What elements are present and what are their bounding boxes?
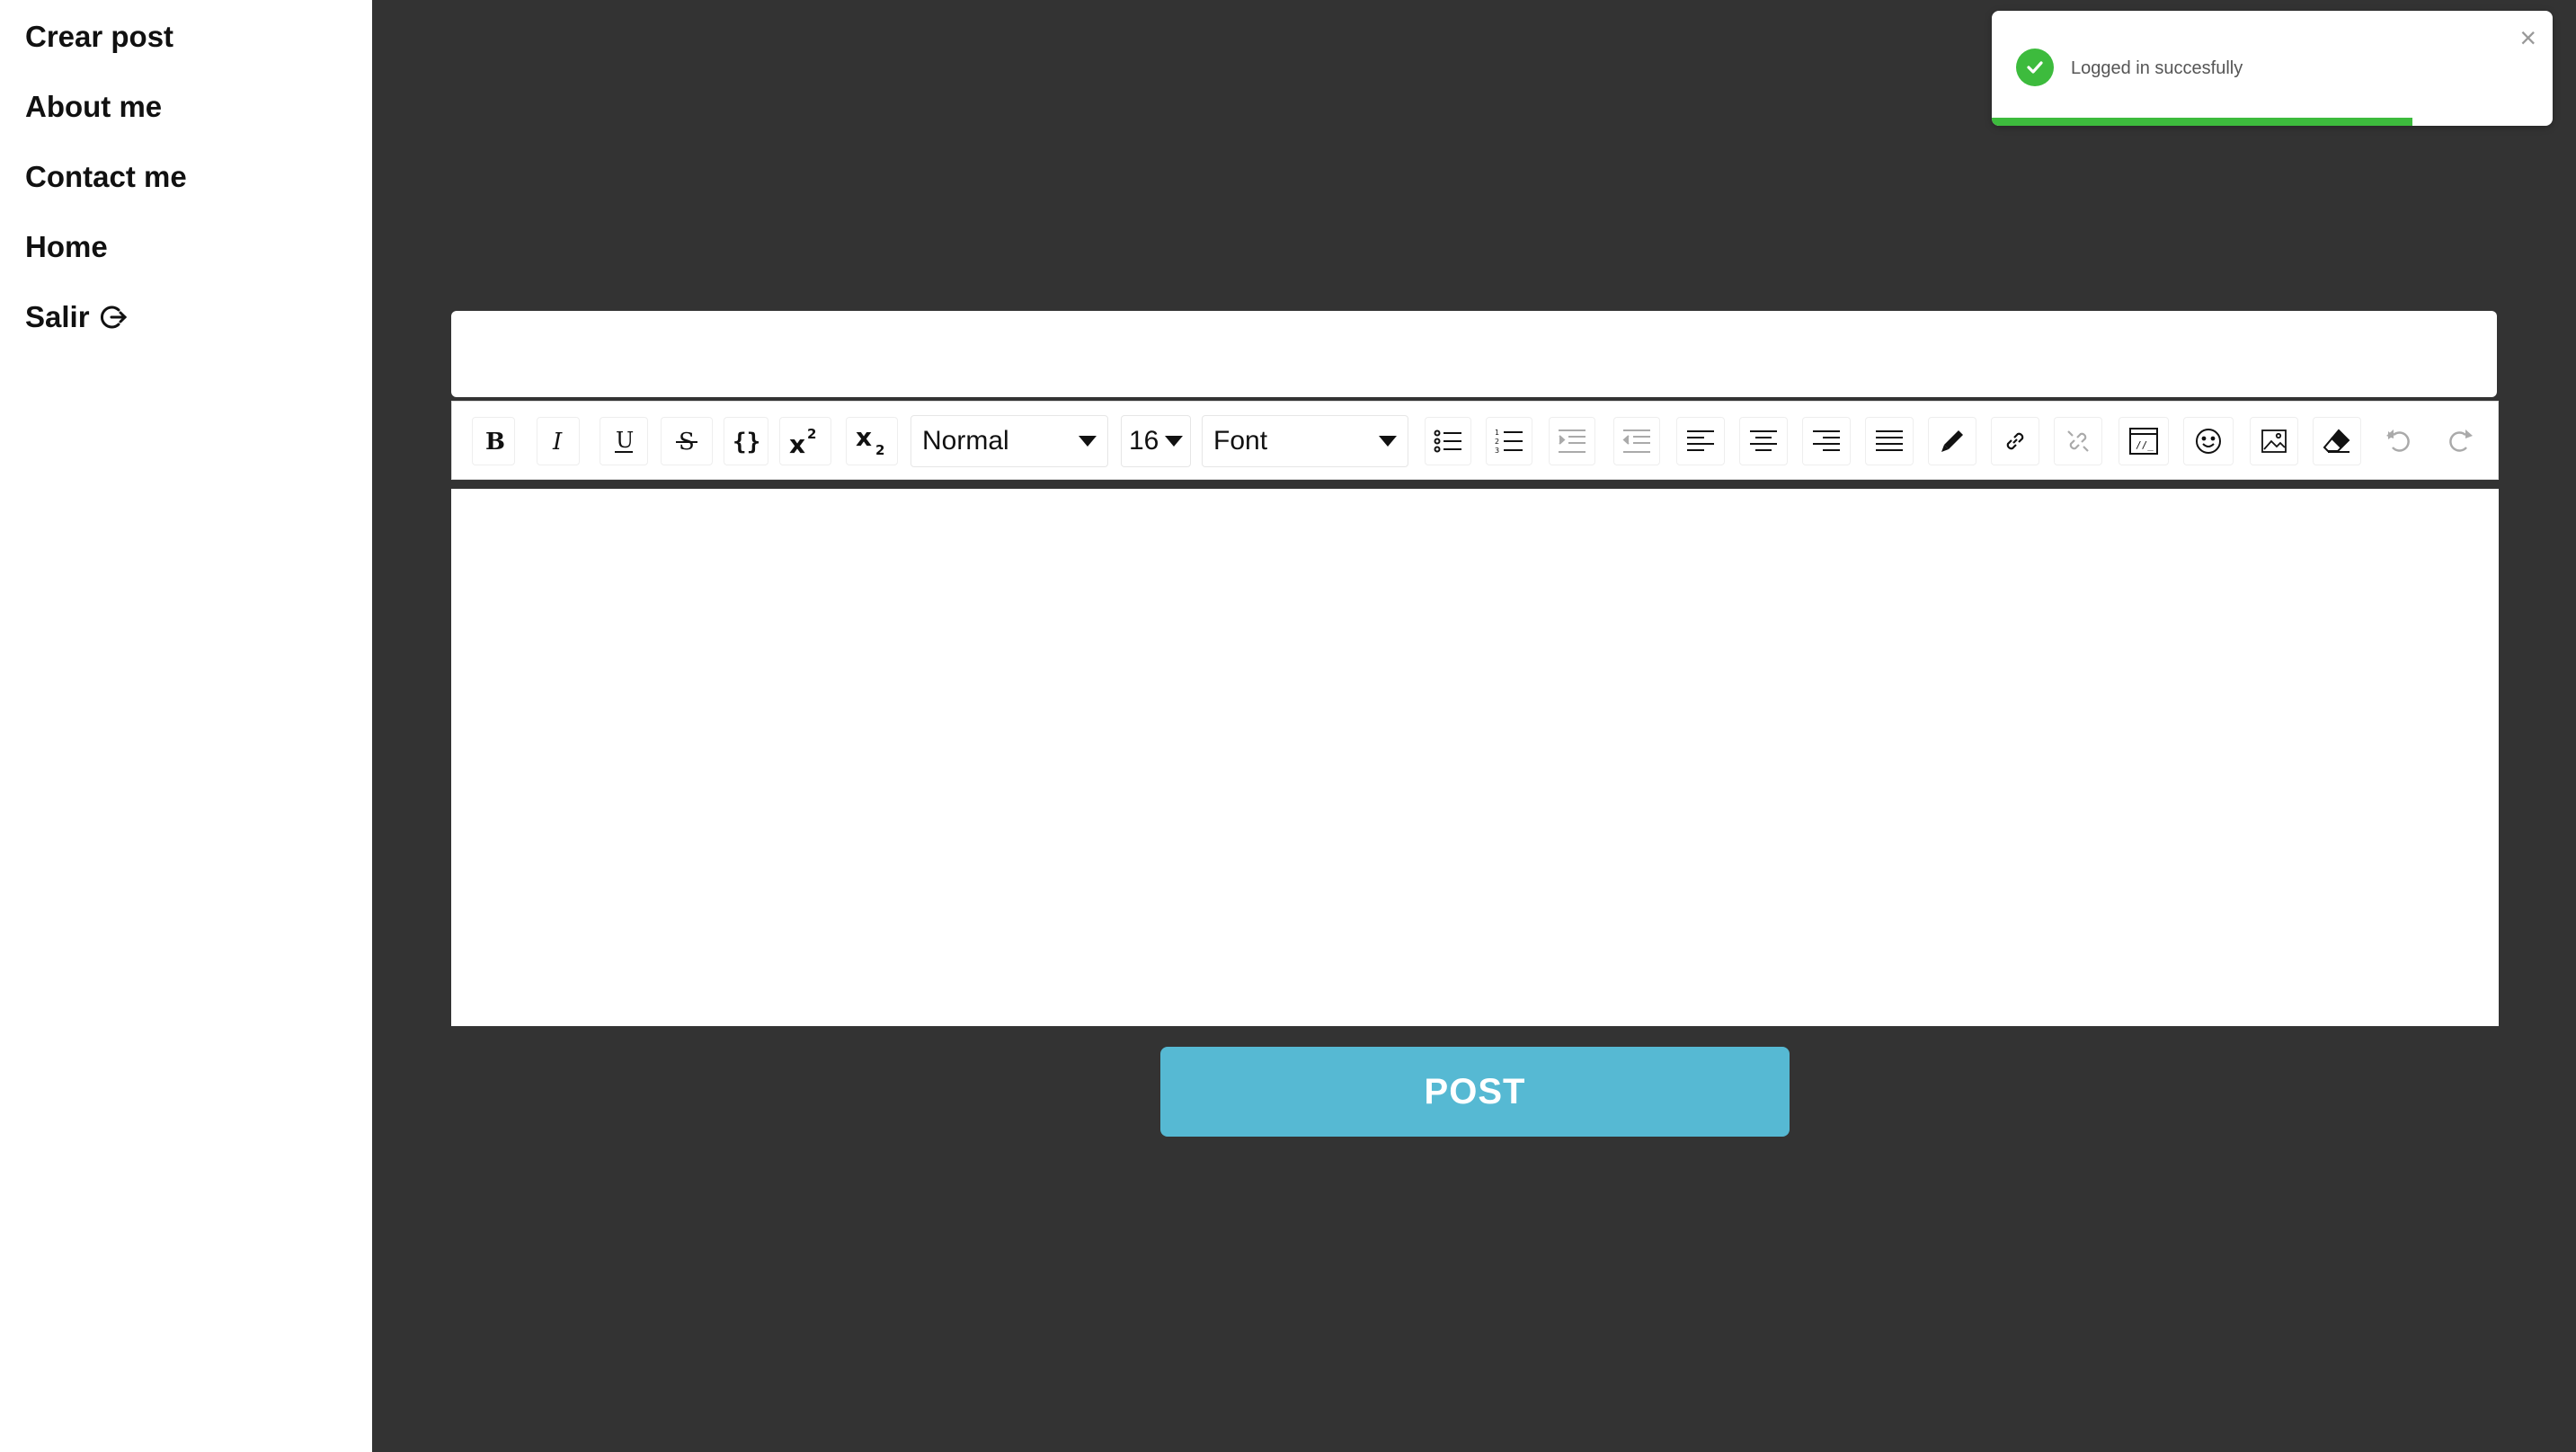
font-size-dropdown-value: 16 bbox=[1129, 426, 1159, 456]
svg-text:x: x bbox=[856, 426, 872, 452]
login-success-toast: Logged in succesfully × bbox=[1992, 11, 2553, 126]
svg-text:{}: {} bbox=[733, 429, 760, 455]
indent-icon bbox=[1559, 429, 1586, 453]
superscript-button[interactable]: x2 bbox=[779, 417, 831, 465]
svg-text:B: B bbox=[485, 429, 505, 453]
post-button[interactable]: POST bbox=[1160, 1047, 1790, 1137]
unlink-icon bbox=[2067, 430, 2089, 452]
unlink-button[interactable] bbox=[2054, 417, 2102, 465]
align-center-icon bbox=[1750, 430, 1777, 451]
align-right-button[interactable] bbox=[1802, 417, 1851, 465]
sidebar: Crear post About me Contact me Home Sali… bbox=[0, 0, 372, 1452]
svg-text:U: U bbox=[616, 428, 634, 453]
font-family-dropdown-value: Font bbox=[1213, 426, 1268, 456]
nav-salir-label: Salir bbox=[25, 300, 90, 333]
eraser-icon bbox=[2323, 429, 2350, 453]
italic-button[interactable]: I bbox=[537, 417, 580, 465]
svg-text:3: 3 bbox=[1495, 447, 1499, 455]
remove-format-button[interactable] bbox=[2313, 417, 2361, 465]
nav-crear-post[interactable]: Crear post bbox=[25, 20, 173, 54]
superscript-icon: x2 bbox=[789, 426, 816, 456]
link-icon bbox=[2006, 432, 2024, 450]
font-family-dropdown[interactable]: Font bbox=[1202, 415, 1408, 467]
underline-button[interactable]: U bbox=[600, 417, 648, 465]
strikethrough-icon: S bbox=[676, 429, 697, 455]
align-center-button[interactable] bbox=[1739, 417, 1788, 465]
ordered-list-button[interactable]: 123 bbox=[1486, 417, 1532, 465]
ordered-list-icon: 123 bbox=[1495, 429, 1523, 455]
post-title-input[interactable] bbox=[451, 311, 2497, 397]
underline-icon: U bbox=[615, 428, 634, 453]
svg-text:1: 1 bbox=[1495, 429, 1499, 437]
strikethrough-button[interactable]: S bbox=[661, 417, 713, 465]
heading-dropdown-value: Normal bbox=[922, 426, 1009, 456]
color-picker-button[interactable] bbox=[1928, 417, 1976, 465]
pen-icon bbox=[1941, 430, 1963, 452]
image-button[interactable] bbox=[2250, 417, 2298, 465]
align-right-icon bbox=[1813, 430, 1840, 451]
nav-about-me-label: About me bbox=[25, 90, 163, 123]
outdent-button[interactable] bbox=[1613, 417, 1660, 465]
align-left-icon bbox=[1687, 430, 1714, 451]
editor-toolbar: B I U S {} x2 x2 Normal 16 Font 123 //_ bbox=[451, 401, 2499, 480]
nav-salir[interactable]: Salir bbox=[25, 300, 128, 334]
close-icon[interactable]: × bbox=[2519, 23, 2536, 52]
link-button[interactable] bbox=[1991, 417, 2039, 465]
chevron-down-icon bbox=[1165, 436, 1183, 447]
nav-contact-me-label: Contact me bbox=[25, 160, 187, 193]
font-size-dropdown[interactable]: 16 bbox=[1121, 415, 1191, 467]
emoji-button[interactable] bbox=[2183, 417, 2234, 465]
align-justify-button[interactable] bbox=[1865, 417, 1914, 465]
nav-crear-post-label: Crear post bbox=[25, 20, 174, 53]
svg-text:x: x bbox=[789, 429, 805, 456]
check-circle-icon bbox=[2016, 49, 2054, 86]
subscript-button[interactable]: x2 bbox=[846, 417, 898, 465]
nav-home[interactable]: Home bbox=[25, 230, 108, 264]
embed-button[interactable]: //_ bbox=[2119, 417, 2169, 465]
image-icon bbox=[2261, 429, 2287, 453]
svg-text:I: I bbox=[552, 429, 563, 453]
svg-text:2: 2 bbox=[875, 442, 884, 456]
redo-button[interactable] bbox=[2437, 417, 2483, 465]
svg-text://_: //_ bbox=[2136, 439, 2154, 451]
align-justify-icon bbox=[1876, 430, 1903, 451]
nav-contact-me[interactable]: Contact me bbox=[25, 160, 187, 194]
align-left-button[interactable] bbox=[1676, 417, 1725, 465]
embed-icon: //_ bbox=[2129, 428, 2158, 455]
chevron-down-icon bbox=[1379, 436, 1397, 447]
subscript-icon: x2 bbox=[856, 426, 884, 456]
outdent-icon bbox=[1622, 429, 1650, 453]
nav-home-label: Home bbox=[25, 230, 108, 263]
logout-icon bbox=[99, 303, 128, 332]
svg-text:2: 2 bbox=[1495, 438, 1499, 446]
code-braces-icon: {} bbox=[733, 429, 760, 455]
toast-message: Logged in succesfully bbox=[2071, 58, 2243, 78]
undo-icon bbox=[2386, 429, 2410, 452]
indent-button[interactable] bbox=[1549, 417, 1595, 465]
toast-progress-bar bbox=[1992, 118, 2412, 126]
unordered-list-icon bbox=[1434, 429, 1461, 453]
italic-icon: I bbox=[552, 429, 563, 453]
code-button[interactable]: {} bbox=[724, 417, 768, 465]
post-body-editor[interactable] bbox=[451, 489, 2499, 1026]
chevron-down-icon bbox=[1079, 436, 1097, 447]
undo-button[interactable] bbox=[2376, 417, 2422, 465]
nav-about-me[interactable]: About me bbox=[25, 90, 162, 124]
bold-icon: B bbox=[485, 429, 505, 453]
svg-text:2: 2 bbox=[807, 426, 816, 442]
unordered-list-button[interactable] bbox=[1425, 417, 1471, 465]
redo-icon bbox=[2449, 429, 2473, 452]
heading-dropdown[interactable]: Normal bbox=[910, 415, 1108, 467]
emoji-icon bbox=[2196, 429, 2221, 454]
bold-button[interactable]: B bbox=[472, 417, 515, 465]
